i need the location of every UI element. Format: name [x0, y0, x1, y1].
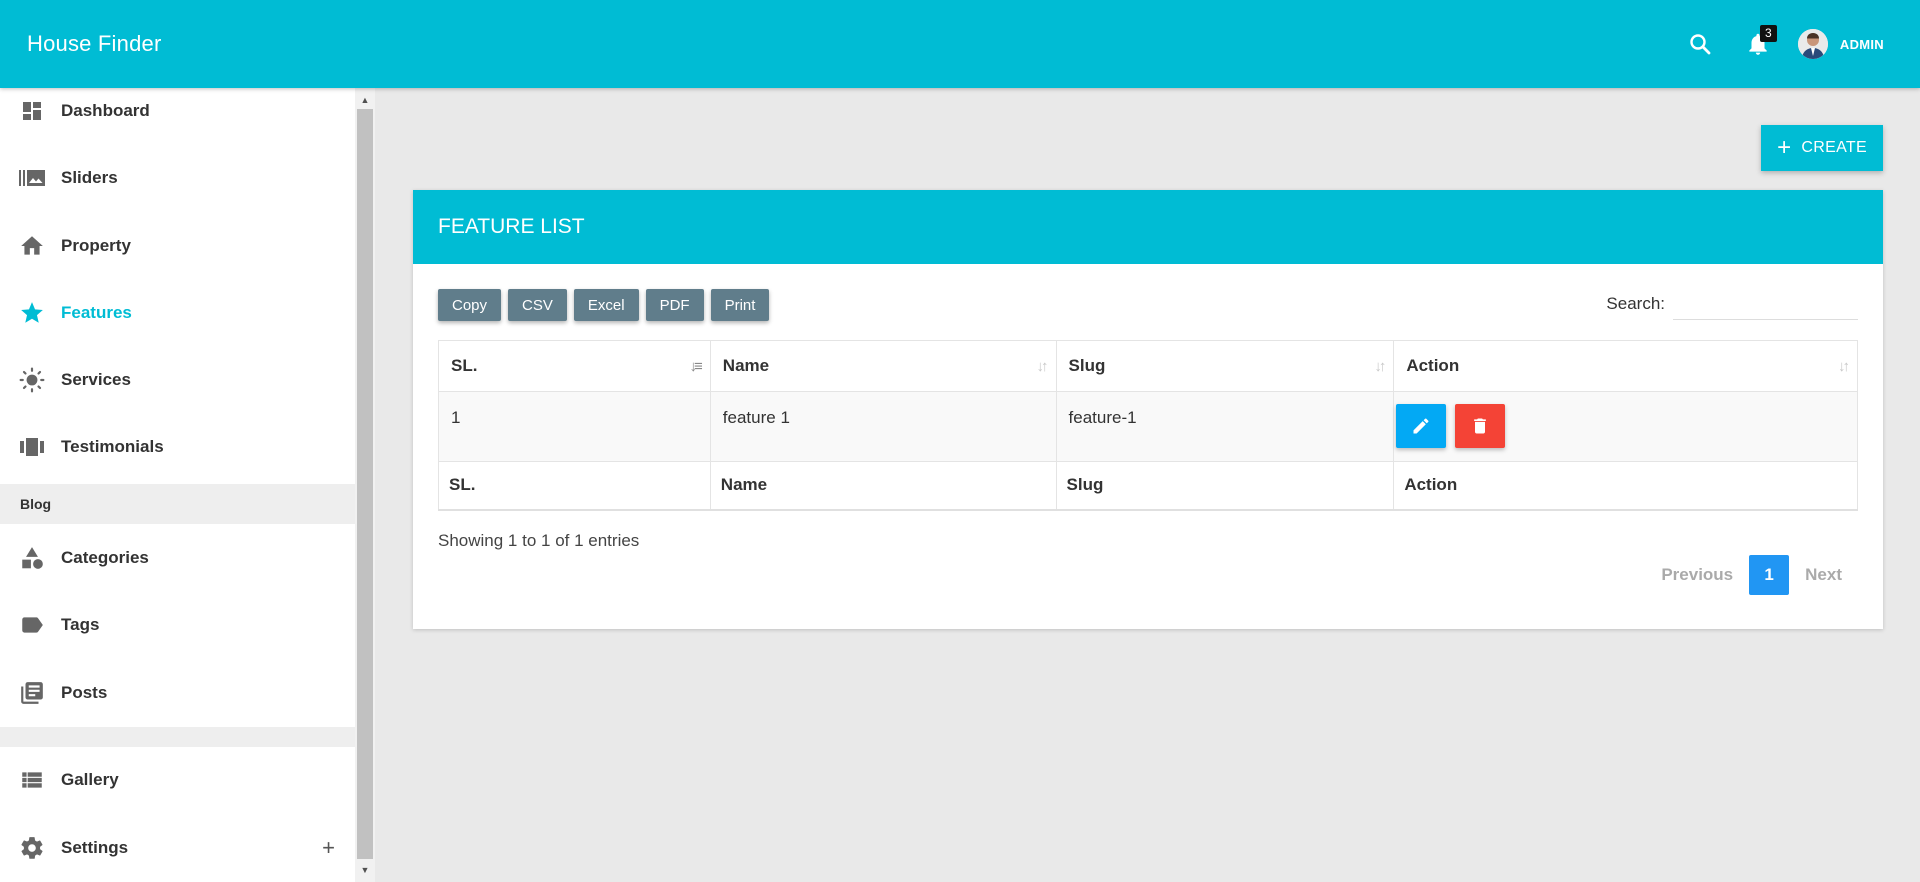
trash-icon	[1474, 418, 1486, 434]
edit-button[interactable]	[1396, 404, 1447, 448]
slider-icon	[18, 164, 46, 192]
sidebar-scrollbar[interactable]: ▲ ▼	[355, 88, 375, 882]
sidebar-item-label: Sliders	[61, 168, 118, 187]
table-header-row: SL. ↓≡ Name ↓↑ Slug ↓↑ Action ↓↑	[438, 340, 1858, 392]
delete-button[interactable]	[1455, 404, 1506, 448]
avatar[interactable]	[1797, 29, 1828, 59]
home-icon	[18, 232, 46, 260]
notification-count-badge: 3	[1759, 25, 1777, 42]
features-table: SL. ↓≡ Name ↓↑ Slug ↓↑ Action ↓↑ 1 featu…	[438, 340, 1858, 511]
column-header-label: SL.	[451, 356, 478, 375]
footer-sl: SL.	[438, 461, 711, 510]
plus-icon: +	[1777, 134, 1792, 161]
sidebar-item-posts[interactable]: Posts	[0, 663, 355, 723]
category-icon	[18, 544, 46, 572]
copy-button[interactable]: Copy	[438, 289, 502, 321]
topbar-actions: 3 ADMIN	[1686, 0, 1884, 88]
export-buttons: Copy CSV Excel PDF Print	[438, 289, 776, 321]
sidebar-item-label: Categories	[61, 548, 149, 567]
sidebar-item-label: Property	[61, 236, 131, 255]
sort-ascending-icon: ↓≡	[689, 358, 703, 375]
sidebar-item-label: Posts	[61, 683, 108, 702]
sidebar-item-features[interactable]: Features	[0, 283, 355, 343]
sidebar-item-gallery[interactable]: Gallery	[0, 750, 355, 810]
pagination: Previous 1 Next	[1645, 555, 1858, 595]
scroll-thumb[interactable]	[357, 109, 373, 859]
tag-icon	[18, 611, 46, 639]
cell-sl: 1	[438, 391, 711, 462]
top-navbar: House Finder 3 ADMIN	[0, 0, 1920, 88]
sidebar-item-label: Tags	[61, 615, 100, 634]
expand-icon[interactable]: +	[322, 835, 335, 861]
column-header-sl[interactable]: SL. ↓≡	[438, 340, 711, 392]
feature-list-card: FEATURE LIST Copy CSV Excel PDF Print Se…	[413, 190, 1883, 629]
dashboard-icon	[18, 97, 46, 125]
footer-action: Action	[1393, 461, 1858, 510]
library-icon	[18, 679, 46, 707]
footer-slug: Slug	[1055, 461, 1395, 510]
sidebar-item-property[interactable]: Property	[0, 216, 355, 276]
scroll-up-arrow-icon[interactable]: ▲	[355, 91, 375, 109]
page-1-button[interactable]: 1	[1749, 555, 1790, 595]
excel-button[interactable]: Excel	[573, 289, 639, 321]
column-header-name[interactable]: Name ↓↑	[709, 340, 1057, 392]
create-button[interactable]: + CREATE	[1761, 125, 1883, 171]
print-button[interactable]: Print	[710, 289, 770, 321]
cell-slug: feature-1	[1055, 391, 1395, 462]
sidebar-item-label: Settings	[61, 838, 129, 857]
sidebar-item-testimonials[interactable]: Testimonials	[0, 417, 355, 477]
column-header-action[interactable]: Action ↓↑	[1393, 340, 1858, 392]
sidebar: Dashboard Sliders Property Features Serv…	[0, 88, 355, 882]
table-row: 1 feature 1 feature-1	[438, 391, 1858, 462]
column-header-label: Action	[1406, 356, 1460, 375]
sort-icon: ↓↑	[1374, 358, 1386, 375]
sidebar-divider	[0, 727, 355, 747]
table-info: Showing 1 to 1 of 1 entries	[438, 531, 640, 550]
sidebar-item-tags[interactable]: Tags	[0, 595, 355, 655]
table-footer-row: SL. Name Slug Action	[438, 461, 1858, 510]
column-header-slug[interactable]: Slug ↓↑	[1055, 340, 1395, 392]
sidebar-item-label: Gallery	[61, 770, 119, 789]
sidebar-item-categories[interactable]: Categories	[0, 528, 355, 588]
list-icon	[18, 766, 46, 794]
star-icon	[18, 299, 46, 327]
csv-button[interactable]: CSV	[508, 289, 567, 321]
notifications-button[interactable]: 3	[1744, 25, 1777, 58]
sidebar-item-dashboard[interactable]: Dashboard	[0, 88, 355, 141]
sidebar-item-label: Features	[61, 303, 132, 322]
search-icon[interactable]	[1686, 30, 1714, 58]
sidebar-item-label: Testimonials	[61, 437, 164, 456]
card-header: FEATURE LIST	[413, 190, 1883, 264]
sidebar-item-label: Services	[61, 370, 131, 389]
sidebar-item-settings[interactable]: Settings +	[0, 818, 355, 878]
sun-icon	[18, 366, 46, 394]
app-title[interactable]: House Finder	[27, 31, 161, 57]
sidebar-item-label: Dashboard	[61, 101, 150, 120]
carousel-icon	[18, 433, 46, 461]
search-label: Search:	[1606, 294, 1665, 313]
sort-icon: ↓↑	[1036, 358, 1049, 375]
sidebar-item-services[interactable]: Services	[0, 350, 355, 410]
previous-page-button[interactable]: Previous	[1645, 565, 1749, 585]
search-input[interactable]	[1673, 288, 1858, 320]
column-header-label: Slug	[1068, 356, 1106, 375]
scroll-down-arrow-icon[interactable]: ▼	[355, 861, 375, 879]
footer-name: Name	[709, 461, 1057, 510]
sidebar-item-sliders[interactable]: Sliders	[0, 148, 355, 208]
card-title: FEATURE LIST	[438, 215, 585, 238]
pdf-button[interactable]: PDF	[645, 289, 704, 321]
pencil-icon	[1413, 418, 1429, 434]
cell-action	[1393, 391, 1858, 462]
sidebar-section-blog: Blog	[0, 484, 355, 524]
user-name[interactable]: ADMIN	[1840, 37, 1884, 52]
gear-icon	[18, 834, 46, 862]
cell-name: feature 1	[709, 391, 1057, 462]
sort-icon: ↓↑	[1838, 358, 1850, 375]
column-header-label: Name	[722, 356, 770, 375]
table-search: Search:	[1606, 288, 1858, 320]
create-button-label: CREATE	[1801, 139, 1867, 156]
next-page-button[interactable]: Next	[1789, 565, 1858, 585]
